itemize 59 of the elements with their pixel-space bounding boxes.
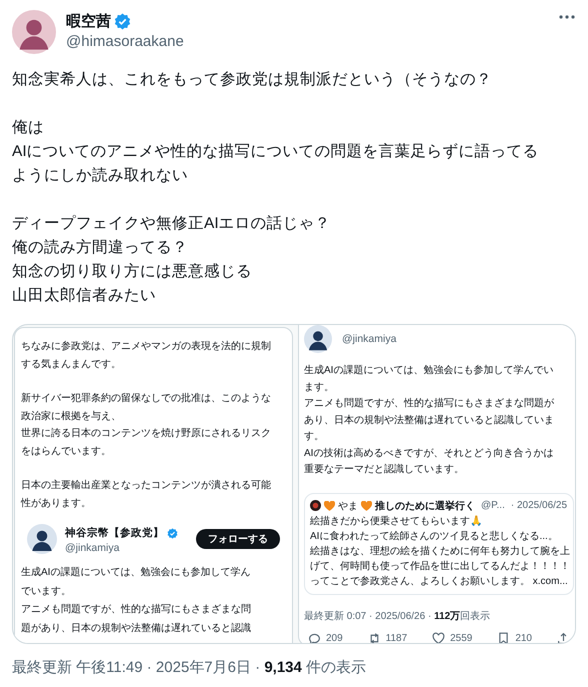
post-date: · 2025/06/25 [510, 500, 568, 511]
text-line: 性があります。 [21, 496, 91, 510]
text-line: をはらんでいます。 [21, 444, 111, 458]
text-line: 山田太郎信者みたい [12, 286, 156, 306]
text-line: ちなみに参政党は、アニメやマンガの表現を法的に規制 [21, 340, 271, 354]
reply-icon [308, 632, 321, 643]
text-line: 生成AIの課題については、勉強会にも参加して学んでい [304, 364, 554, 378]
follow-button[interactable]: フォローする [196, 529, 280, 549]
author-name: 神谷宗幣【参政党】 [65, 526, 164, 540]
text-line: ってことで参政党さん、よろしくお願いします。 x.com... [310, 574, 568, 588]
avatar-icon[interactable] [27, 524, 57, 554]
avatar-icon[interactable] [304, 325, 332, 353]
author-name: やま [338, 500, 358, 512]
text-line: AIの技術は高めるべきですが、それとどう向き合うかは [304, 446, 554, 460]
author-handle: @jinkamiya [342, 333, 396, 345]
text-line: 重要なテーマだと認識しています。 [304, 462, 464, 477]
reply-button[interactable]: 209 [308, 632, 343, 643]
heart-icon [361, 500, 372, 510]
text-line: 生成AIの課題については、勉強会にも参加して学ん [21, 566, 250, 580]
text-line: 新サイバー犯罪条約の留保なしでの批准は、このような [21, 392, 271, 406]
heart-icon [432, 632, 446, 643]
text-line: 知念の切り取り方には悪意感じる [12, 262, 252, 282]
text-line: げて、何時間も使って作品を世に出してるんだよ！！！！ [310, 560, 570, 574]
text-line: 世界に誇る日本のコンテンツを焼け野原にされるリスク [21, 426, 271, 441]
bookmark-icon [497, 632, 510, 643]
text-line: あり、日本の規制や法整備は遅れていると認識していま [304, 414, 554, 428]
author-handle: @P... [481, 500, 505, 511]
text-line: 日本の主要輸出産業となったコンテンツが潰される可能 [21, 478, 271, 493]
text-line: ます。 [304, 380, 334, 394]
text-line: する気まんまんです。 [21, 358, 121, 372]
text-line: ようにしか読み取れない [12, 166, 188, 186]
text-line: 題があり、日本の規制や法整備は遅れていると認識 [21, 622, 251, 636]
author-handle: @jinkamiya [65, 542, 120, 554]
text-line: でいます。 [21, 584, 71, 598]
repost-icon [368, 632, 381, 643]
text-line: 絵描きはな、理想の絵を描くために何年も努力して腕を上 [310, 544, 570, 558]
text-line: ディープフェイクや無修正AIエロの話じゃ？ [12, 214, 331, 234]
post-meta: 最終更新 午後11:49 · 2025年7月6日 · 9,134 件の表示 [12, 658, 368, 677]
author-name[interactable]: 暇空茜 [66, 12, 111, 31]
text-line: アニメも問題ですが、性的な描写にもさまざまな問題が [304, 396, 554, 411]
post-meta: 最終更新 0:07 · 2025/06/26 · 112万回表示 [304, 610, 492, 622]
text-line: 絵描きだから便乗させてもらいます🙏 [310, 514, 482, 528]
author-tagline: 推しのために選挙行く [375, 499, 475, 512]
flower-icon [310, 500, 321, 511]
text-line: 知念実希人は、これをもって参政党は規制派だという（そうなの？ [12, 70, 492, 90]
more-icon[interactable] [558, 14, 576, 20]
like-button[interactable]: 2559 [432, 632, 472, 643]
repost-button[interactable]: 1187 [368, 632, 408, 643]
text-line: す。 [304, 430, 324, 444]
bookmark-button[interactable]: 210 [497, 632, 532, 643]
text-line: 俺は [12, 118, 44, 138]
text-line: AIに食われたって絵師さんのツイ見ると悲しくなる...。 [310, 530, 558, 544]
text-line: 俺の読み方間違ってる？ [12, 238, 188, 258]
text-line: アニメも問題ですが、性的な描写にもさまざまな問 [21, 602, 251, 617]
author-handle[interactable]: @himasoraakane [66, 33, 548, 50]
text-line: 政治家に根拠を与え、 [21, 410, 121, 424]
text-line: AIについてのアニメや性的な描写についての問題を言葉足らずに語ってる [12, 142, 539, 162]
heart-icon [324, 500, 335, 510]
avatar-icon[interactable] [12, 10, 56, 54]
